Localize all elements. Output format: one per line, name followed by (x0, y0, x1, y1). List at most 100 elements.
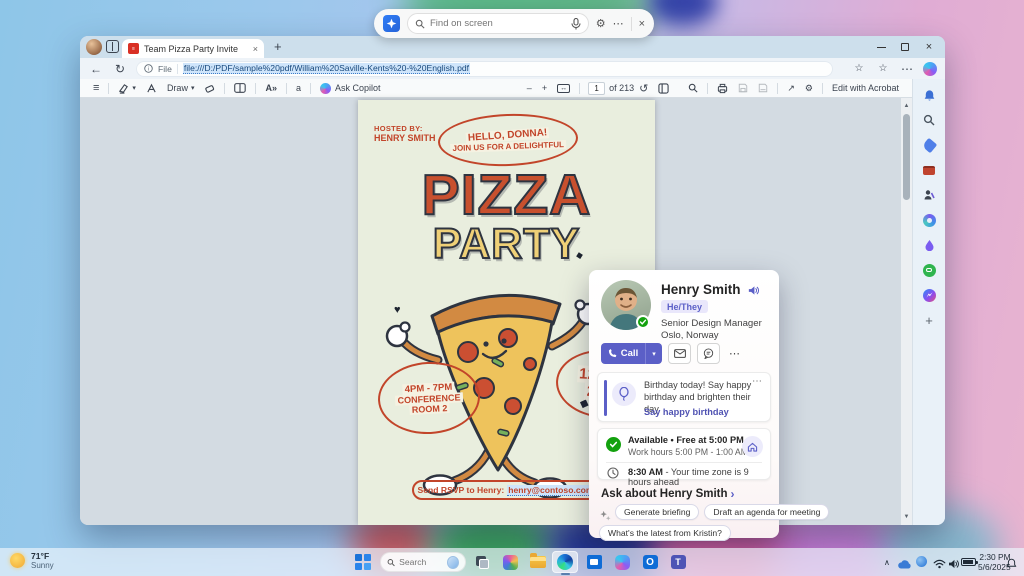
store-app-icon[interactable] (583, 551, 605, 573)
suggestion-chip[interactable]: Draft an agenda for meeting (704, 504, 829, 520)
print-icon[interactable] (717, 83, 728, 94)
file-explorer-icon[interactable] (527, 551, 549, 573)
add-text-icon[interactable]: a (296, 83, 301, 93)
designer-icon[interactable] (921, 212, 937, 228)
refresh-button[interactable]: ↻ (112, 62, 128, 76)
find-close-icon[interactable]: × (639, 18, 645, 30)
tab-close-icon[interactable]: × (253, 44, 258, 54)
poster-location-2: ROOM 2 (410, 402, 450, 414)
find-more-icon[interactable]: ⋯ (613, 17, 624, 30)
outlook-app-icon[interactable]: O (639, 551, 661, 573)
tray-chevron-icon[interactable]: ∧ (884, 558, 890, 567)
photos-app-icon[interactable] (499, 551, 521, 573)
scrollbar-thumb[interactable] (903, 114, 910, 200)
click-to-do-icon[interactable] (383, 15, 400, 32)
toolbox-icon[interactable] (921, 162, 937, 178)
thumbnail-view-icon[interactable] (658, 83, 669, 94)
suggestion-chip[interactable]: What's the latest from Kristin? (599, 525, 731, 541)
browser-tab[interactable]: ≡ Team Pizza Party Invite × (122, 39, 264, 58)
file-badge: File (158, 64, 172, 74)
profile-more-icon[interactable]: ⋯ (726, 347, 743, 360)
page-view-icon[interactable] (234, 83, 246, 93)
pdf-settings-icon[interactable]: ⚙ (805, 83, 813, 94)
messenger-icon[interactable] (921, 287, 937, 303)
find-search-input[interactable] (430, 18, 566, 29)
zoom-in-icon[interactable]: + (542, 83, 547, 93)
new-tab-button[interactable]: + (274, 39, 282, 54)
sidebar-add-button[interactable]: + (921, 312, 937, 328)
edge-app-icon-active[interactable] (552, 551, 578, 573)
green-app-icon[interactable] (921, 262, 937, 278)
page-number-input[interactable]: 1 (588, 82, 605, 95)
microphone-icon[interactable] (571, 18, 581, 30)
window-close-button[interactable]: × (917, 36, 941, 58)
task-view-button[interactable] (471, 551, 493, 573)
rsvp-email-link[interactable]: henry@contoso.com (507, 485, 594, 496)
ask-about-chevron-icon[interactable]: › (731, 487, 735, 501)
wifi-icon[interactable] (933, 556, 946, 574)
fullscreen-icon[interactable]: ↗ (787, 83, 795, 94)
find-settings-icon[interactable]: ⚙ (596, 17, 606, 30)
edit-with-acrobat-button[interactable]: Edit with Acrobat (832, 83, 899, 93)
read-aloud-icon[interactable]: A» (265, 83, 277, 93)
favorites-icon[interactable]: ☆ (875, 63, 891, 74)
highlighter-dropdown-icon[interactable]: ▾ (132, 84, 136, 92)
find-search-box[interactable] (407, 13, 589, 34)
draw-dropdown-icon[interactable]: ▾ (191, 84, 195, 92)
chat-button[interactable] (697, 343, 720, 364)
security-tray-icon[interactable] (916, 556, 927, 567)
minimize-button[interactable] (869, 36, 893, 58)
rotate-icon[interactable]: ↺ (639, 82, 648, 95)
say-happy-birthday-link[interactable]: Say happy birthday (644, 407, 729, 417)
tab-actions-icon[interactable] (106, 40, 119, 53)
volume-icon[interactable] (948, 556, 960, 574)
work-hours: Work hours 5:00 PM - 1:00 AM (628, 447, 748, 457)
shopping-tag-icon[interactable] (921, 137, 937, 153)
address-bar[interactable]: i File file:///D:/PDF/sample%20pdf/Willi… (136, 61, 833, 77)
notification-bell-icon[interactable] (1006, 556, 1017, 574)
toc-icon[interactable]: ≡ (93, 82, 99, 94)
drop-app-icon[interactable] (921, 237, 937, 253)
ask-copilot-button[interactable]: Ask Copilot (320, 83, 381, 94)
browser-more-icon[interactable]: ⋯ (899, 62, 915, 76)
call-options-chevron[interactable]: ▾ (646, 343, 662, 364)
favorites-add-icon[interactable]: ☆ (851, 63, 867, 74)
notifications-bell-icon[interactable] (921, 87, 937, 103)
scroll-up-icon[interactable]: ▲ (904, 101, 910, 111)
edge-browser-window: ≡ Team Pizza Party Invite × + × ← ↻ i Fi… (80, 36, 945, 525)
call-button[interactable]: Call (601, 343, 646, 364)
sidebar-search-icon[interactable] (921, 112, 937, 128)
highlighter-icon[interactable] (118, 83, 129, 94)
weather-widget[interactable]: 71°F Sunny (10, 551, 54, 570)
weather-condition: Sunny (31, 561, 54, 570)
scrollbar[interactable]: ▲ ▼ (901, 98, 912, 525)
email-button[interactable] (668, 343, 691, 364)
suggestion-chip[interactable]: Generate briefing (615, 504, 699, 520)
divider (606, 462, 762, 463)
highlight-mode-icon[interactable] (146, 83, 157, 94)
start-button[interactable] (352, 551, 374, 573)
onedrive-icon[interactable] (898, 556, 912, 574)
birthday-accent-bar (604, 380, 607, 416)
pdf-search-icon[interactable] (688, 83, 698, 93)
eraser-icon[interactable] (204, 83, 215, 94)
birthday-more-icon[interactable]: ⋯ (752, 376, 762, 387)
copilot-app-icon[interactable] (611, 551, 633, 573)
zoom-out-icon[interactable]: – (527, 83, 532, 93)
battery-icon[interactable] (961, 558, 976, 566)
maximize-button[interactable] (893, 36, 917, 58)
draw-label[interactable]: Draw (167, 83, 188, 93)
scroll-down-icon[interactable]: ▼ (904, 512, 910, 522)
taskbar-search-input[interactable] (399, 557, 443, 567)
profile-avatar-icon[interactable] (86, 39, 102, 55)
back-button[interactable]: ← (88, 62, 104, 76)
taskbar-search-box[interactable] (380, 552, 466, 572)
poster-rsvp-pill: Send RSVP to Henry: henry@contoso.com (412, 480, 600, 500)
fit-to-width-icon[interactable]: ↔ (557, 84, 570, 93)
person-edit-icon[interactable] (921, 187, 937, 203)
work-location-home-button[interactable] (742, 436, 763, 457)
url-text[interactable]: file:///D:/PDF/sample%20pdf/William%20Sa… (183, 63, 470, 74)
copilot-icon[interactable] (923, 62, 937, 76)
pronounce-name-icon[interactable] (747, 284, 760, 302)
teams-app-icon[interactable]: T (667, 551, 689, 573)
